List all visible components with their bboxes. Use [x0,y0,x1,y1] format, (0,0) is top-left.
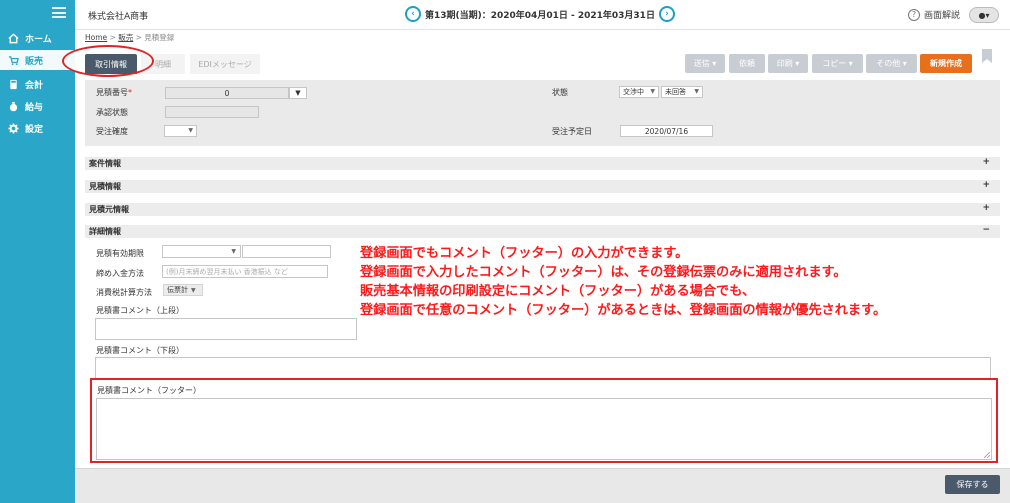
prev-period-icon[interactable]: ‹ [405,6,421,22]
section-case-info[interactable]: 案件情報 + [85,157,1000,170]
menu-icon[interactable] [52,7,66,18]
cart-icon [7,54,19,66]
payment-field[interactable]: (例)月末締め翌月末払い 香港振込 など [162,265,328,278]
user-menu-button[interactable]: ●▾ [969,7,999,23]
sidebar-item-label: 給与 [25,102,44,113]
breadcrumb-separator: > [135,33,145,42]
estimate-no-field[interactable]: 0 [165,87,289,99]
sidebar-item-label: 設定 [25,124,44,135]
sidebar: ホーム 販売 会計 給与 設定 [0,0,75,503]
tab-edi-message[interactable]: EDIメッセージ [190,54,260,74]
payment-label: 締め入金方法 [96,269,144,278]
section-title: 案件情報 [89,159,121,168]
comment-footer-label: 見積書コメント（フッター） [97,386,201,395]
sidebar-item-settings[interactable]: 設定 [0,118,75,138]
section-estimate-info[interactable]: 見積情報 + [85,180,1000,193]
home-icon [7,32,19,44]
validity-label: 見積有効期限 [96,249,144,258]
sidebar-item-accounting[interactable]: 会計 [0,74,75,94]
next-period-icon[interactable]: › [658,6,675,22]
status-select-1[interactable]: 交渉中 ▼ [619,86,659,98]
section-detail-info[interactable]: 詳細情報 − [85,225,1000,238]
breadcrumb-current: 見積登録 [144,33,175,42]
annotation-line: 販売基本情報の印刷設定にコメント（フッター）がある場合でも、 [360,284,756,299]
expand-icon[interactable]: + [982,203,990,213]
other-button[interactable]: その他 ▾ [866,54,917,73]
tax-select[interactable]: 伝票計 ▼ [163,284,203,296]
annotation-text: 登録画面でもコメント（フッター）の入力ができます。 登録画面で入力したコメント（… [360,244,1000,320]
status-label: 状態 [552,88,568,97]
sidebar-item-label: 会計 [25,80,44,91]
validity-field[interactable] [242,245,331,258]
section-source-info[interactable]: 見積元情報 + [85,203,1000,216]
comment-upper-label: 見積書コメント（上段） [96,306,184,315]
accuracy-label: 受注確度 [96,127,128,136]
section-title: 見積情報 [89,182,121,191]
period-label: 第13期(当期)：2020年04月01日 - 2021年03月31日 [425,10,655,21]
help-label: 画面解説 [924,11,961,21]
status-select-2[interactable]: 未回答 ▼ [661,86,703,98]
highlight-circle [62,45,154,77]
header-form: 見積番号* 0 ▼ 承認状態 受注確度 ▼ 状態 交渉中 ▼ 未回答 ▼ 受注予定日… [85,80,1000,146]
company-name: 株式会社A商事 [88,12,149,22]
user-icon: ●▾ [978,10,990,20]
estimate-no-label: 見積番号* [96,88,132,97]
money-bag-icon [7,100,19,112]
expand-icon[interactable]: + [982,157,990,167]
comment-footer-textarea[interactable] [96,398,992,460]
section-title: 詳細情報 [89,227,121,236]
period-navigator: ‹ 第13期(当期)：2020年04月01日 - 2021年03月31日 › [405,6,675,22]
expand-icon[interactable]: + [982,180,990,190]
comment-lower-label: 見積書コメント（下段） [96,346,184,355]
section-title: 見積元情報 [89,205,129,214]
bookmark-icon[interactable] [981,48,993,64]
sidebar-item-label: 販売 [25,56,44,67]
breadcrumb-sales[interactable]: 販売 [118,33,133,42]
breadcrumb: Home > 販売 > 見積登録 [85,32,174,43]
top-bar: 株式会社A商事 ‹ 第13期(当期)：2020年04月01日 - 2021年03… [75,0,1010,30]
new-button[interactable]: 新規作成 [920,54,972,73]
comment-upper-textarea[interactable] [95,318,357,340]
question-icon: ? [908,8,920,21]
breadcrumb-separator: > [109,33,119,42]
sidebar-item-label: ホーム [25,34,52,45]
comment-lower-textarea[interactable] [95,357,991,379]
validity-select[interactable]: ▼ [162,245,241,258]
sidebar-item-payroll[interactable]: 給与 [0,96,75,116]
resize-handle-icon[interactable] [984,452,990,458]
calculator-icon [7,78,19,90]
footer-comment-highlight: 見積書コメント（フッター） [90,378,998,463]
breadcrumb-home[interactable]: Home [85,33,107,42]
print-button[interactable]: 印刷 ▾ [768,54,808,73]
sidebar-item-home[interactable]: ホーム [0,28,75,48]
tax-label: 消費税計算方法 [96,288,152,297]
bottom-bar: 保存する [75,468,1010,503]
approval-field [165,106,259,118]
approval-label: 承認状態 [96,108,128,117]
annotation-line: 登録画面で任意のコメント（フッター）があるときは、登録画面の情報が優先されます。 [360,303,887,318]
expected-date-field[interactable]: 2020/07/16 [620,125,713,137]
expected-date-label: 受注予定日 [552,127,592,136]
save-button[interactable]: 保存する [945,475,1000,494]
accuracy-select[interactable]: ▼ [164,125,197,137]
help-link[interactable]: ? 画面解説 [908,8,960,21]
gear-icon [7,122,19,134]
copy-button[interactable]: コピー ▾ [812,54,863,73]
annotation-line: 登録画面で入力したコメント（フッター）は、その登録伝票のみに適用されます。 [360,265,847,280]
estimate-no-dropdown[interactable]: ▼ [289,87,307,99]
request-button[interactable]: 依頼 [729,54,765,73]
collapse-icon[interactable]: − [982,225,990,235]
annotation-line: 登録画面でもコメント（フッター）の入力ができます。 [360,246,689,261]
send-button[interactable]: 送信 ▾ [685,54,725,73]
